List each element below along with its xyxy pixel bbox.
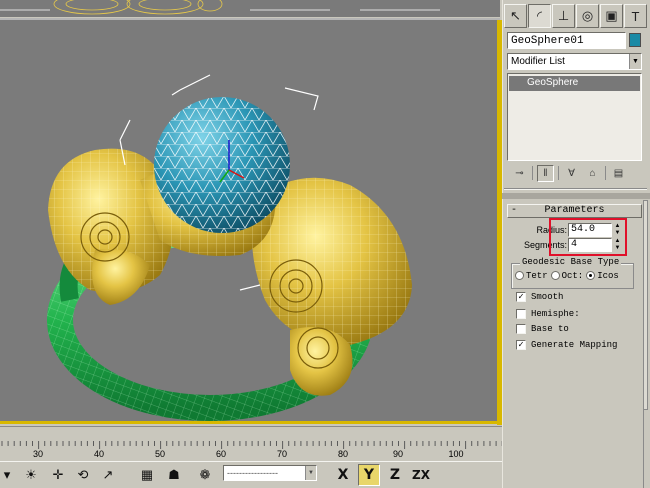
axis-y-button[interactable]: Y (358, 464, 380, 486)
separator (532, 166, 533, 180)
perspective-viewport[interactable] (0, 20, 500, 423)
modify-arc-icon[interactable]: ◜ (528, 4, 551, 28)
smooth-checkbox[interactable]: ✓ (516, 292, 526, 302)
show-end-result-icon[interactable]: ‖ (537, 164, 554, 182)
tick-label: 30 (32, 449, 44, 459)
tick-label: 60 (215, 449, 227, 459)
object-color-swatch[interactable] (629, 33, 641, 47)
chevron-down-icon[interactable]: ▼ (629, 54, 641, 69)
axis-x-button[interactable]: X (332, 464, 354, 486)
display-icon[interactable]: ▣ (600, 4, 623, 28)
radio-selected-icon (586, 271, 596, 281)
geodesic-base-type-title: Geodesic Base Type (520, 257, 622, 267)
smooth-label: Smooth (531, 292, 564, 302)
render-scene-icon[interactable]: ☗ (163, 464, 185, 486)
make-unique-icon[interactable]: ∀ (563, 165, 580, 182)
hierarchy-icon[interactable]: ⊥ (552, 4, 575, 28)
radio-icosa-label: Icos (597, 271, 619, 281)
tick-label: 40 (93, 449, 105, 459)
radio-tetra[interactable]: Tetr (515, 271, 548, 281)
chevron-down-icon[interactable]: ▼ (305, 466, 316, 480)
radio-circle-icon (550, 271, 560, 281)
pin-stack-icon[interactable]: ⊸ (511, 165, 528, 182)
base-to-pivot-checkbox[interactable] (516, 324, 526, 334)
named-selection-icon[interactable]: ❁ (194, 464, 216, 486)
axis-z-button[interactable]: Z (384, 464, 406, 486)
radio-tetra-label: Tetr (526, 271, 548, 281)
stack-toolbar: ⊸ ‖ ∀ ⌂ ▤ (507, 163, 642, 183)
modifier-list-dropdown[interactable]: Modifier List ▼ (507, 53, 642, 70)
motion-icon[interactable]: ◎ (576, 4, 599, 28)
hemisphere-checkbox[interactable] (516, 309, 526, 319)
smooth-checkbox-row[interactable]: ✓ Smooth (516, 292, 563, 302)
base-to-pivot-checkbox-row[interactable]: Base to (516, 324, 569, 334)
base-to-pivot-label: Base to (531, 324, 569, 334)
panel-divider (504, 188, 647, 190)
separator (605, 166, 606, 180)
configure-sets-icon[interactable]: ▤ (610, 165, 627, 182)
selection-set-placeholder: ----------------- (227, 468, 278, 478)
radio-circle-icon (515, 271, 524, 281)
named-selection-set-dropdown[interactable]: ----------------- ▼ (223, 465, 317, 481)
stack-item-geosphere[interactable]: GeoSphere (509, 76, 640, 91)
generate-mapping-checkbox-row[interactable]: ✓ Generate Mapping (516, 340, 617, 350)
radio-icosa[interactable]: Icos (586, 271, 619, 281)
panel-scrollbar-thumb[interactable] (643, 200, 648, 410)
tick-label: 90 (392, 449, 404, 459)
tick-label: 80 (337, 449, 349, 459)
time-trackbar[interactable] (0, 426, 503, 460)
tick-label: 70 (276, 449, 288, 459)
radio-octa-label: Oct: (561, 271, 584, 281)
radio-octa[interactable]: Oct: (550, 271, 584, 281)
base-type-radios: Tetr Oct: Icos (515, 271, 619, 281)
tick-label: 50 (154, 449, 166, 459)
generate-mapping-checkbox[interactable]: ✓ (516, 340, 526, 350)
ring-model (47, 74, 412, 421)
top-viewport-strip[interactable] (0, 0, 500, 20)
scale-icon[interactable]: ↗ (97, 464, 119, 486)
modifier-list-label: Modifier List (511, 56, 565, 67)
trackbar-ticks (1, 441, 503, 449)
hemisphere-label: Hemisphe: (531, 309, 580, 319)
generate-mapping-label: Generate Mapping (531, 340, 618, 350)
hemisphere-checkbox-row[interactable]: Hemisphe: (516, 309, 580, 319)
rollout-area-top (502, 193, 650, 199)
modifier-stack[interactable]: GeoSphere (507, 73, 642, 161)
parameters-rollout-header[interactable]: - Parameters (507, 204, 642, 218)
collapse-icon: - (511, 205, 518, 216)
command-panel-tabs: ↖ ◜ ⊥ ◎ ▣ T (504, 4, 647, 28)
axis-zx-button[interactable]: ZX (410, 464, 432, 486)
tick-label: 100 (448, 449, 464, 459)
remove-modifier-icon[interactable]: ⌂ (584, 165, 601, 182)
select-and-link-icon[interactable]: ☀ (20, 464, 42, 486)
viewport-active-border-bottom (0, 421, 502, 424)
box-render-icon[interactable]: ▦ (136, 464, 158, 486)
rotate-icon[interactable]: ⟲ (72, 464, 94, 486)
dropdown-arrow-icon[interactable]: ▾ (0, 464, 14, 486)
move-icon[interactable]: ✛ (47, 464, 69, 486)
parameters-title: Parameters (544, 205, 605, 216)
top-viewport-wireframe (0, 0, 500, 18)
create-cursor-icon[interactable]: ↖ (504, 4, 527, 28)
utilities-hammer-icon[interactable]: T (624, 4, 647, 28)
annotation-highlight-box (549, 218, 627, 256)
object-name-field[interactable]: GeoSphere01 (507, 32, 626, 49)
separator (558, 166, 559, 180)
